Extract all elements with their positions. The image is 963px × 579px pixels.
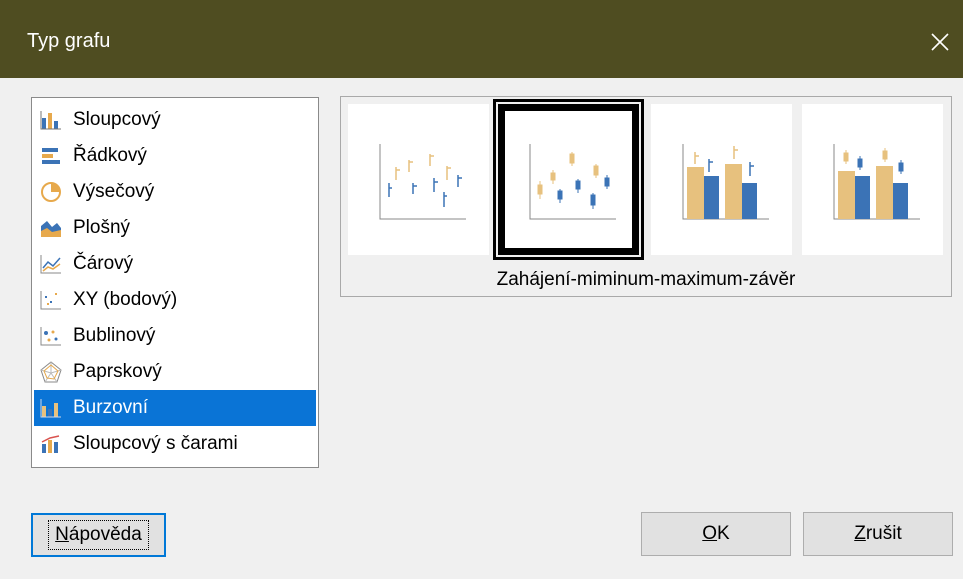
ok-mnemonic: O	[702, 523, 718, 544]
chart-type-item-xy[interactable]: XY (bodový)	[34, 282, 316, 318]
chart-type-item-bar[interactable]: Řádkový	[34, 138, 316, 174]
chart-type-label: Paprskový	[73, 361, 162, 382]
stock-variant-2-icon	[529, 144, 616, 220]
chart-variant-panel: Zahájení-miminum-maximum-závěr	[340, 96, 952, 297]
stock-variant-1-icon	[379, 144, 466, 220]
column-line-chart-icon	[41, 435, 60, 453]
chart-type-label: Řádkový	[73, 145, 147, 166]
window-title: Typ grafu	[27, 30, 111, 52]
chart-type-label: Bublinový	[73, 325, 156, 346]
help-label-rest: ápověda	[68, 524, 142, 545]
chart-type-label: XY (bodový)	[73, 289, 178, 310]
chart-type-label: Čárový	[73, 253, 134, 274]
chart-type-item-bubble[interactable]: Bublinový	[34, 318, 316, 354]
chart-type-label: Výsečový	[73, 181, 155, 202]
ok-button[interactable]: OK	[641, 512, 791, 556]
xy-scatter-icon	[40, 291, 61, 310]
close-button[interactable]	[915, 20, 963, 64]
stock-chart-icon	[40, 399, 61, 418]
pie-chart-icon	[41, 182, 61, 202]
close-icon	[931, 33, 949, 51]
chart-type-label: Plošný	[73, 217, 131, 238]
stock-variant-thumbnail[interactable]	[348, 104, 489, 255]
bar-chart-icon	[42, 148, 60, 164]
chart-type-list[interactable]: Sloupcový Řádkový Výsečový Plošný Čárový	[31, 97, 319, 468]
variant-caption: Zahájení-miminum-maximum-závěr	[496, 269, 796, 290]
chart-type-item-area[interactable]: Plošný	[34, 210, 316, 246]
stock-variant-thumbnail[interactable]	[651, 104, 792, 255]
chart-type-item-stock[interactable]: Burzovní	[34, 390, 316, 426]
stock-variant-thumbnail[interactable]	[802, 104, 943, 255]
net-chart-icon	[40, 361, 62, 383]
chart-type-label: Sloupcový	[73, 109, 161, 130]
stock-variant-thumbnail[interactable]	[493, 99, 644, 260]
chart-type-item-column-line[interactable]: Sloupcový s čarami	[34, 426, 316, 462]
help-button[interactable]: Nápověda	[31, 513, 166, 557]
chart-type-item-pie[interactable]: Výsečový	[34, 174, 316, 210]
chart-type-label: Sloupcový s čarami	[73, 433, 238, 454]
column-chart-icon	[40, 111, 61, 130]
chart-type-item-column[interactable]: Sloupcový	[34, 102, 316, 138]
cancel-label-rest: rušit	[865, 523, 902, 544]
stock-variant-4-icon	[833, 144, 920, 220]
title-bar: Typ grafu	[0, 0, 963, 78]
chart-type-item-line[interactable]: Čárový	[34, 246, 316, 282]
help-mnemonic: N	[55, 524, 69, 545]
cancel-button[interactable]: Zrušit	[803, 512, 953, 556]
chart-type-item-net[interactable]: Paprskový	[34, 354, 316, 390]
line-chart-icon	[40, 255, 61, 274]
bubble-chart-icon	[40, 327, 61, 346]
area-chart-icon	[41, 221, 61, 237]
cancel-mnemonic: Z	[854, 523, 866, 544]
help-button-focus: Nápověda	[48, 520, 149, 550]
chart-type-label: Burzovní	[73, 397, 148, 418]
ok-label-rest: K	[717, 523, 730, 544]
stock-variant-3-icon	[682, 144, 769, 220]
